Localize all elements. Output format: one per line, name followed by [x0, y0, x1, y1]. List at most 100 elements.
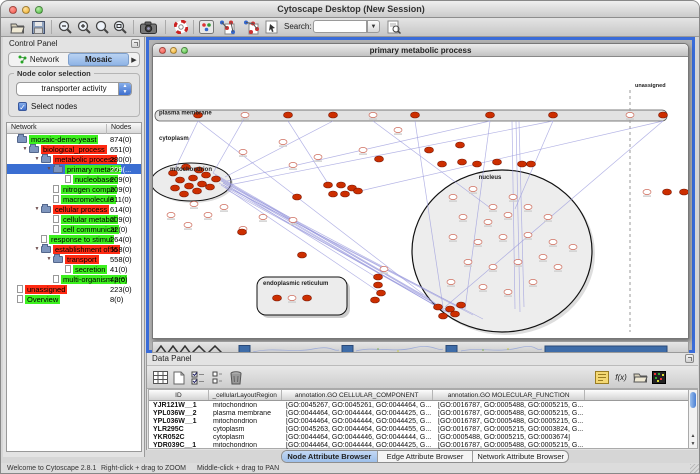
tree-row[interactable]: cell communicat22(0) — [7, 224, 141, 234]
tree-row[interactable]: ▼primary metabo209(... — [7, 164, 141, 174]
tree-col-network[interactable]: Network — [11, 124, 37, 131]
network-canvas[interactable]: plasma membranecytoplasmmitochondrionnuc… — [153, 57, 688, 338]
tab-network[interactable]: Network — [9, 53, 68, 66]
network-view-window[interactable]: primary metabolic process plasma membran… — [152, 43, 689, 339]
zoom-selected-icon[interactable] — [94, 19, 111, 35]
import-attributes-icon[interactable] — [631, 369, 649, 386]
node-unselected — [190, 201, 198, 206]
tree-row[interactable]: cellular metabol209(0) — [7, 214, 141, 224]
search-dropdown-icon[interactable]: ▼ — [367, 20, 380, 33]
layout-one-icon[interactable] — [219, 19, 236, 35]
vizmapper-icon[interactable] — [198, 19, 215, 35]
table-row[interactable]: YKR052Ccytoplasm[GO:0044464, GO:0044446,… — [149, 433, 688, 441]
search-input[interactable] — [313, 20, 367, 33]
snapshot-camera-icon[interactable] — [140, 19, 157, 35]
tree-row[interactable]: ▼transport558(0) — [7, 254, 141, 264]
expand-triangle-icon[interactable]: ▼ — [21, 146, 29, 152]
tree-row[interactable]: unassigned223(0) — [7, 284, 141, 294]
float-panel-icon[interactable] — [131, 39, 140, 48]
background-view-strip[interactable] — [152, 341, 689, 353]
tab-node-attribute-browser[interactable]: Node Attribute Browser — [282, 451, 378, 462]
tree-row[interactable]: mosaic-demo-yeast874(0) — [7, 134, 141, 144]
attribute-grid-icon[interactable] — [151, 369, 169, 386]
node-highlighted — [329, 191, 338, 197]
table-row[interactable]: YDR039C__1mitochondrion[GO:0044464, GO:0… — [149, 441, 688, 449]
tab-edge-attribute-browser[interactable]: Edge Attribute Browser — [378, 451, 474, 462]
tree-row[interactable]: nucleobase-209(0) — [7, 174, 141, 184]
tree-row-node-count: 41(0) — [110, 265, 128, 274]
node-highlighted — [374, 282, 383, 288]
tree-row[interactable]: ▼cellular process614(0) — [7, 204, 141, 214]
leaf-network-icon — [17, 295, 23, 303]
tree-row-label: mosaic-demo-yeast — [29, 135, 98, 144]
expand-triangle-icon[interactable]: ▼ — [33, 206, 41, 212]
delete-attribute-icon[interactable] — [227, 369, 245, 386]
expand-triangle-icon[interactable]: ▼ — [33, 156, 41, 162]
notes-icon[interactable] — [593, 369, 611, 386]
table-column-header[interactable]: annotation.GO MOLECULAR_FUNCTION — [433, 390, 585, 400]
help-lifesaver-icon[interactable] — [172, 19, 189, 35]
expand-triangle-icon[interactable]: ▼ — [45, 256, 53, 262]
zoom-in-icon[interactable] — [76, 19, 93, 35]
tree-row-label: biological_process — [41, 145, 107, 154]
layout-two-icon[interactable] — [243, 19, 260, 35]
zoom-fit-icon[interactable] — [112, 19, 129, 35]
scroll-up-icon[interactable]: ▲ — [689, 432, 697, 440]
table-cell: [GO:0016787, GO:0005488, GO:0005215, G..… — [434, 410, 587, 417]
tab-mosaic[interactable]: Mosaic — [68, 53, 129, 66]
edge — [227, 121, 490, 181]
save-session-icon[interactable] — [30, 19, 47, 35]
tree-row[interactable]: response to stimul264(0) — [7, 234, 141, 244]
table-row[interactable]: YJR121W__1mitochondrion[GO:0045267, GO:0… — [149, 401, 688, 409]
node-highlighted — [375, 156, 384, 162]
group-title: Node color selection — [14, 69, 94, 78]
node-highlighted — [171, 185, 180, 191]
tab-network-attribute-browser[interactable]: Network Attribute Browser — [473, 451, 568, 462]
configure-search-icon[interactable] — [385, 19, 402, 35]
node-unselected — [314, 154, 322, 159]
tree-row[interactable]: macromolecule311(0) — [7, 194, 141, 204]
table-row[interactable]: YLR295Ccytoplasm[GO:0045263, GO:0044464,… — [149, 425, 688, 433]
select-nodes-checkbox[interactable]: ✓ — [18, 102, 27, 111]
network-view-titlebar[interactable]: primary metabolic process — [153, 44, 688, 57]
tree-row[interactable]: ▼biological_process651(0) — [7, 144, 141, 154]
data-panel-float-icon[interactable] — [685, 354, 694, 363]
expand-triangle-icon[interactable]: ▼ — [33, 246, 41, 252]
dropdown-stepper-icon: ▲▼ — [118, 83, 131, 95]
scrollbar-thumb[interactable] — [690, 392, 696, 408]
table-column-header[interactable]: annotation.GO CELLULAR_COMPONENT — [282, 390, 433, 400]
function-builder-icon[interactable]: f(x) — [612, 369, 630, 386]
tree-row[interactable]: ▼establishment of lo558(0) — [7, 244, 141, 254]
expand-triangle-icon[interactable]: ▼ — [45, 166, 53, 172]
tree-row[interactable]: secretion41(0) — [7, 264, 141, 274]
tree-row[interactable]: ▼metabolic process280(0) — [7, 154, 141, 164]
tree-col-nodes[interactable]: Nodes — [106, 124, 131, 134]
select-attributes-icon[interactable] — [189, 369, 207, 386]
tree-row[interactable]: Overview8(0) — [7, 294, 141, 304]
table-row[interactable]: YPL036W__1mitochondrion[GO:0044464, GO:0… — [149, 417, 688, 425]
control-panel: Control Panel Network Mosaic ▶ Node colo… — [3, 37, 145, 457]
table-column-header[interactable]: ID — [149, 390, 209, 400]
tab-overflow-icon[interactable]: ▶ — [129, 56, 139, 64]
node-unselected — [394, 127, 402, 132]
node-highlighted — [457, 302, 466, 308]
table-cell: [GO:0045267, GO:0045261, GO:0044464, G..… — [282, 402, 434, 409]
node-unselected — [524, 204, 532, 209]
unselect-attributes-icon[interactable] — [208, 369, 226, 386]
table-row[interactable]: YPL036W__2plasma membrane[GO:0044464, GO… — [149, 409, 688, 417]
zoom-out-icon[interactable] — [57, 19, 74, 35]
resize-grip[interactable] — [690, 464, 700, 474]
table-vertical-scrollbar[interactable]: ▲ ▼ — [688, 389, 698, 449]
table-column-header[interactable]: _cellularLayoutRegion — [209, 390, 282, 400]
tree-row[interactable]: nitrogen compo209(0) — [7, 184, 141, 194]
create-attribute-icon[interactable] — [170, 369, 188, 386]
node-color-dropdown[interactable]: transporter activity ▲▼ — [16, 82, 132, 96]
annotation-icon[interactable] — [263, 19, 280, 35]
node-unselected — [524, 232, 532, 237]
open-file-icon[interactable] — [9, 19, 26, 35]
scroll-down-icon[interactable]: ▼ — [689, 440, 697, 448]
heatmap-icon[interactable] — [650, 369, 668, 386]
window-titlebar[interactable]: Cytoscape Desktop (New Session) — [1, 1, 700, 18]
table-cell: mitochondrion — [209, 442, 282, 449]
tree-row[interactable]: multi-organism pro42(0) — [7, 274, 141, 284]
